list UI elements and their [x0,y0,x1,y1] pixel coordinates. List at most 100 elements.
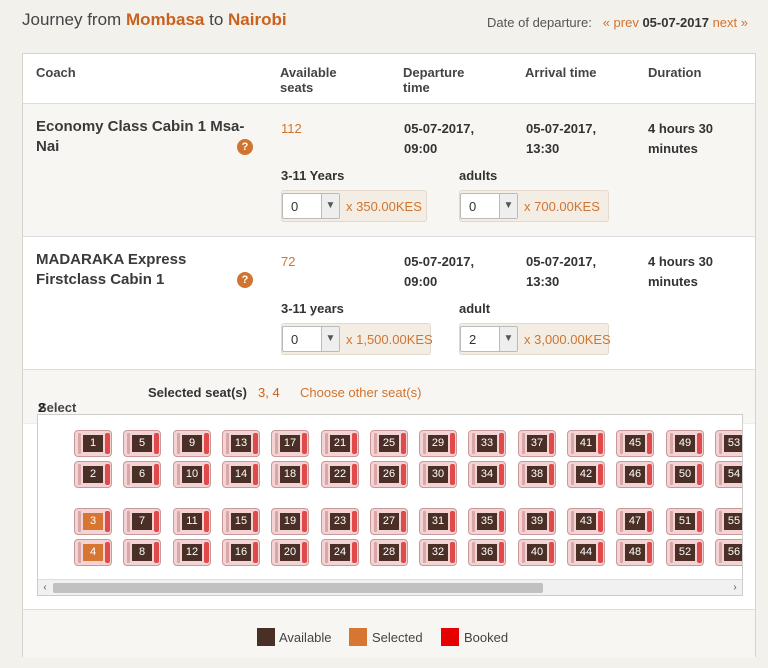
seat-33[interactable]: 33 [468,430,506,457]
seat-10[interactable]: 10 [173,461,211,488]
seat-armrest [105,433,110,454]
seat-41[interactable]: 41 [567,430,605,457]
fare-adult-group: 2 ▼ x 3,000.00KES [459,323,611,355]
seat-50[interactable]: 50 [666,461,704,488]
seat-23[interactable]: 23 [321,508,359,535]
seat-31[interactable]: 31 [419,508,457,535]
seat-12[interactable]: 12 [173,539,211,566]
seat-back [275,433,278,454]
seat-14[interactable]: 14 [222,461,260,488]
seat-45[interactable]: 45 [616,430,654,457]
seat-13[interactable]: 13 [222,430,260,457]
seat-number: 5 [132,435,152,452]
adult-quantity-select[interactable]: 0 ▼ [460,193,518,219]
seat-armrest [647,433,652,454]
adult-quantity-select[interactable]: 2 ▼ [460,326,518,352]
child-quantity-select[interactable]: 0 ▼ [282,193,340,219]
seat-54[interactable]: 54 [715,461,742,488]
seat-29[interactable]: 29 [419,430,457,457]
seat-47[interactable]: 47 [616,508,654,535]
seat-armrest [401,511,406,532]
help-icon[interactable]: ? [237,272,253,288]
seat-20[interactable]: 20 [271,539,309,566]
seat-3[interactable]: 3 [74,508,112,535]
seat-back [127,542,130,563]
seat-34[interactable]: 34 [468,461,506,488]
fare-child-label: 3-11 years [281,301,344,316]
seat-number: 36 [477,544,497,561]
seat-30[interactable]: 30 [419,461,457,488]
seat-56[interactable]: 56 [715,539,742,566]
seat-18[interactable]: 18 [271,461,309,488]
seat-armrest [401,542,406,563]
seat-4[interactable]: 4 [74,539,112,566]
seat-8[interactable]: 8 [123,539,161,566]
scroll-right-icon[interactable]: › [728,580,742,595]
seat-43[interactable]: 43 [567,508,605,535]
scrollbar-thumb[interactable] [53,583,543,593]
seat-19[interactable]: 19 [271,508,309,535]
seat-2[interactable]: 2 [74,461,112,488]
seat-53[interactable]: 53 [715,430,742,457]
seat-armrest [697,464,702,485]
seat-28[interactable]: 28 [370,539,408,566]
seat-49[interactable]: 49 [666,430,704,457]
journey-prefix: Journey from [22,10,122,29]
seat-6[interactable]: 6 [123,461,161,488]
seat-9[interactable]: 9 [173,430,211,457]
seat-1[interactable]: 1 [74,430,112,457]
seat-16[interactable]: 16 [222,539,260,566]
seat-back [177,542,180,563]
seat-back [325,542,328,563]
seat-back [78,511,81,532]
seat-42[interactable]: 42 [567,461,605,488]
seat-back [472,464,475,485]
seat-22[interactable]: 22 [321,461,359,488]
seat-back [620,511,623,532]
child-quantity-select[interactable]: 0 ▼ [282,326,340,352]
seat-back [275,511,278,532]
seat-24[interactable]: 24 [321,539,359,566]
seat-26[interactable]: 26 [370,461,408,488]
seat-40[interactable]: 40 [518,539,556,566]
seat-44[interactable]: 44 [567,539,605,566]
seat-48[interactable]: 48 [616,539,654,566]
choose-other-seats-link[interactable]: Choose other seat(s) [300,385,421,400]
seat-number: 19 [280,513,300,530]
seat-back [275,464,278,485]
seat-15[interactable]: 15 [222,508,260,535]
seat-back [275,542,278,563]
seat-25[interactable]: 25 [370,430,408,457]
arrival-time: 05-07-2017, 13:30 [526,121,597,156]
scroll-left-icon[interactable]: ‹ [38,580,52,595]
seat-armrest [302,433,307,454]
seat-11[interactable]: 11 [173,508,211,535]
help-icon[interactable]: ? [237,139,253,155]
seat-21[interactable]: 21 [321,430,359,457]
prev-date-link[interactable]: « prev [603,15,639,30]
seat-27[interactable]: 27 [370,508,408,535]
seat-armrest [549,511,554,532]
seat-back [571,511,574,532]
seat-46[interactable]: 46 [616,461,654,488]
seat-51[interactable]: 51 [666,508,704,535]
column-header-arrival-time: Arrival time [525,65,597,80]
seat-back [177,511,180,532]
seat-armrest [154,464,159,485]
seat-32[interactable]: 32 [419,539,457,566]
duration: 4 hours 30 minutes [648,121,714,156]
seat-5[interactable]: 5 [123,430,161,457]
seat-37[interactable]: 37 [518,430,556,457]
child-fare-price: x 350.00KES [346,199,422,214]
seat-39[interactable]: 39 [518,508,556,535]
seat-7[interactable]: 7 [123,508,161,535]
next-date-link[interactable]: next » [713,15,748,30]
seat-38[interactable]: 38 [518,461,556,488]
seat-35[interactable]: 35 [468,508,506,535]
horizontal-scrollbar[interactable]: ‹ › [38,579,742,595]
seat-36[interactable]: 36 [468,539,506,566]
seat-52[interactable]: 52 [666,539,704,566]
seat-55[interactable]: 55 [715,508,742,535]
seat-17[interactable]: 17 [271,430,309,457]
seat-number: 10 [182,466,202,483]
